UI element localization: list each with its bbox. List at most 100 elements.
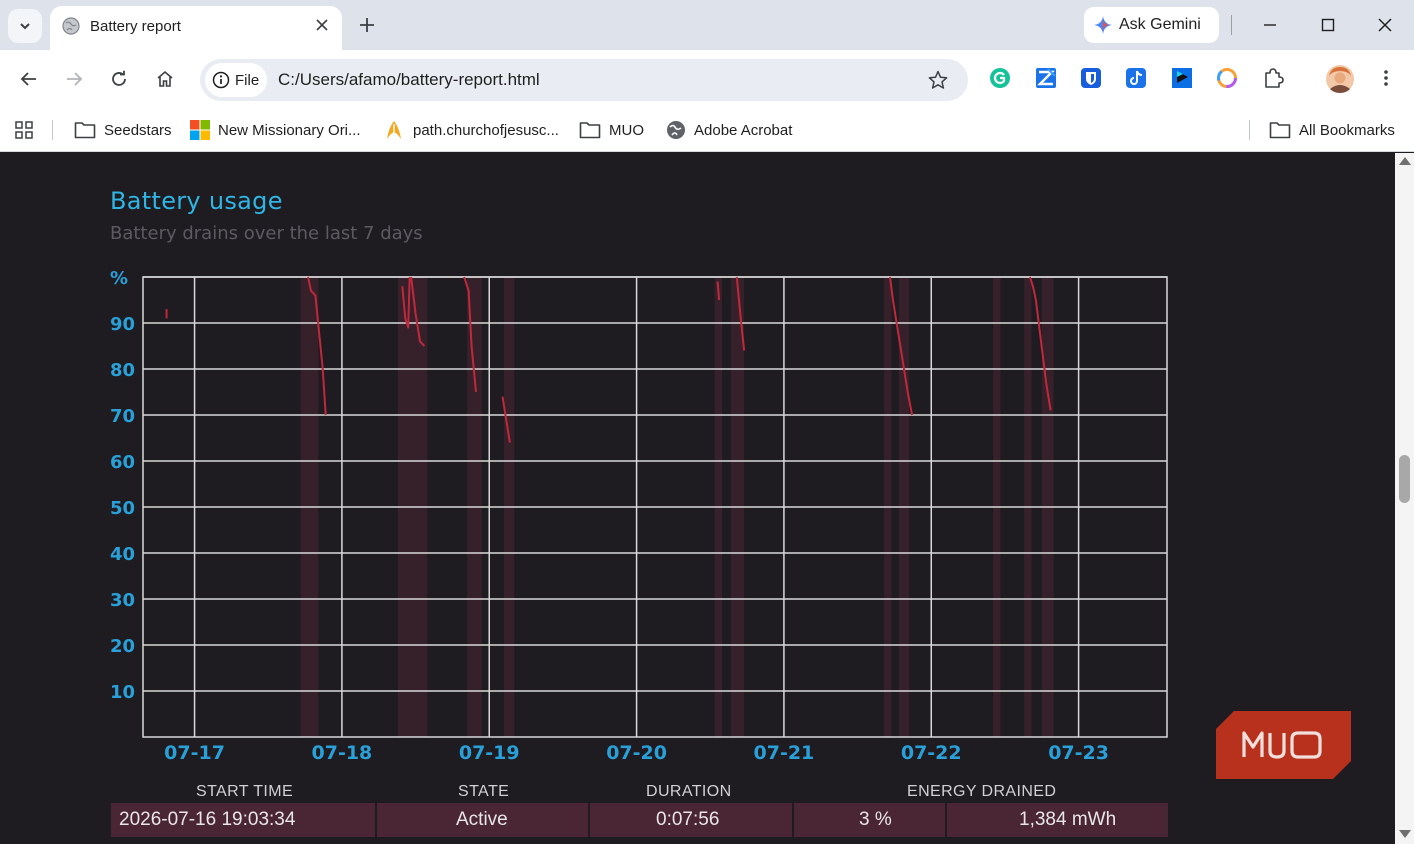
- y-tick-label: 40: [110, 544, 135, 565]
- maximize-icon: [1321, 18, 1335, 32]
- x-tick-label: 07-17: [164, 742, 225, 764]
- windows-logo-icon: [190, 120, 210, 140]
- x-tick-label: 07-22: [901, 742, 962, 764]
- profile-avatar-button[interactable]: [1325, 64, 1355, 94]
- close-window-button[interactable]: [1370, 10, 1400, 40]
- y-axis-label: %: [110, 268, 128, 289]
- battery-report-page: % 90 80 70 60 50 40 30 20 10 07-17 07-18 07-19 07-20 0…: [0, 153, 1395, 844]
- scroll-up-arrow-icon[interactable]: [1399, 157, 1411, 165]
- y-tick-label: 10: [110, 682, 135, 703]
- browser-toolbar: File C:/Users/afamo/battery-report.html: [0, 50, 1414, 108]
- y-tick-label: 50: [110, 498, 135, 519]
- all-bookmarks-button[interactable]: All Bookmarks: [1269, 117, 1395, 143]
- column-header-energy-drained: ENERGY DRAINED: [907, 783, 1057, 800]
- arrow-right-icon: [67, 72, 83, 86]
- grammarly-extension-button[interactable]: [988, 66, 1012, 90]
- copilot-icon: [1217, 68, 1237, 88]
- page-subtitle: Battery drains over the last 7 days: [110, 223, 423, 244]
- x-tick-label: 07-20: [606, 742, 667, 764]
- plus-icon: [360, 18, 374, 32]
- tab-search-button[interactable]: [8, 9, 42, 43]
- table-cell-divider: [588, 803, 590, 837]
- folder-icon: [579, 122, 601, 139]
- bitwarden-icon: [1081, 68, 1101, 88]
- page-scrollbar[interactable]: [1395, 153, 1414, 844]
- bookmark-seedstars[interactable]: Seedstars: [74, 117, 172, 143]
- bookmark-label: Seedstars: [104, 121, 172, 139]
- table-cell-divider: [945, 803, 947, 837]
- extensions-menu-button[interactable]: [1261, 66, 1285, 90]
- address-bar[interactable]: File C:/Users/afamo/battery-report.html: [200, 59, 968, 101]
- tab-title: Battery report: [90, 18, 181, 35]
- scroll-down-arrow-icon[interactable]: [1399, 830, 1411, 838]
- bookmarks-divider: [52, 120, 53, 140]
- zotero-extension-button[interactable]: [1034, 66, 1058, 90]
- bookmark-star-button[interactable]: [925, 67, 951, 93]
- bitwarden-extension-button[interactable]: [1079, 66, 1103, 90]
- minimize-button[interactable]: [1255, 10, 1285, 40]
- close-icon: [316, 19, 328, 31]
- bookmark-label: path.churchofjesusc...: [413, 121, 559, 139]
- tiktok-icon: [1126, 68, 1146, 88]
- x-tick-label: 07-18: [312, 742, 373, 764]
- all-bookmarks-label: All Bookmarks: [1299, 121, 1395, 139]
- new-tab-button[interactable]: [352, 10, 382, 40]
- x-tick-label: 07-21: [754, 742, 815, 764]
- window-controls-divider: [1231, 15, 1232, 35]
- column-header-state: STATE: [458, 783, 510, 800]
- flag-extension-button[interactable]: [1170, 66, 1194, 90]
- tiktok-extension-button[interactable]: [1124, 66, 1148, 90]
- zotero-icon: [1036, 68, 1056, 88]
- bookmark-label: MUO: [609, 121, 644, 139]
- arrow-left-icon: [20, 72, 36, 86]
- maximize-button[interactable]: [1313, 10, 1343, 40]
- y-tick-label: 20: [110, 636, 135, 657]
- cell-start-time: 2026-07-16 19:03:34: [119, 809, 296, 830]
- forward-button[interactable]: [59, 64, 89, 94]
- chevron-down-icon: [20, 23, 30, 30]
- close-icon: [1378, 18, 1392, 32]
- bookmark-label: New Missionary Ori...: [218, 121, 361, 139]
- cell-energy-percent: 3 %: [859, 809, 892, 830]
- bookmark-label: Adobe Acrobat: [694, 121, 793, 139]
- site-info-chip[interactable]: File: [205, 63, 267, 97]
- close-tab-button[interactable]: [312, 15, 332, 35]
- folder-icon: [74, 122, 96, 139]
- bookmarks-divider: [1249, 120, 1250, 140]
- browser-menu-button[interactable]: [1374, 66, 1398, 90]
- back-button[interactable]: [14, 64, 44, 94]
- cell-duration: 0:07:56: [656, 809, 720, 830]
- muo-watermark-logo: [1216, 711, 1351, 779]
- bookmarks-bar: Seedstars New Missionary Ori... path.chu…: [0, 108, 1414, 152]
- y-tick-label: 60: [110, 452, 135, 473]
- table-cell-divider: [375, 803, 377, 837]
- folder-icon: [1269, 122, 1291, 139]
- page-title: Battery usage: [110, 187, 283, 215]
- home-icon: [157, 70, 173, 87]
- churchofjesus-icon: [387, 121, 401, 139]
- cell-state: Active: [456, 809, 508, 830]
- y-tick-label: 30: [110, 590, 135, 611]
- reload-icon: [112, 70, 126, 86]
- scrollbar-thumb[interactable]: [1399, 455, 1410, 503]
- ask-gemini-button[interactable]: Ask Gemini: [1084, 7, 1219, 43]
- star-icon: [928, 70, 948, 89]
- minimize-icon: [1264, 24, 1276, 26]
- bookmark-new-missionary[interactable]: New Missionary Ori...: [190, 117, 361, 143]
- site-info-label: File: [235, 71, 260, 89]
- column-header-start-time: START TIME: [196, 783, 294, 800]
- y-tick-label: 70: [110, 406, 135, 427]
- y-tick-label: 90: [110, 314, 135, 335]
- copilot-extension-button[interactable]: [1215, 66, 1239, 90]
- bookmark-path-churchofjesus[interactable]: path.churchofjesusc...: [383, 117, 559, 143]
- table-row: 2026-07-16 19:03:34 Active 0:07:56 3 % 1…: [111, 803, 1168, 837]
- apps-button[interactable]: [14, 117, 34, 143]
- x-tick-label: 07-23: [1048, 742, 1109, 764]
- url-text[interactable]: C:/Users/afamo/battery-report.html: [278, 70, 540, 90]
- bookmark-muo[interactable]: MUO: [579, 117, 644, 143]
- tab-battery-report[interactable]: Battery report: [50, 6, 342, 50]
- reload-button[interactable]: [104, 64, 134, 94]
- home-button[interactable]: [150, 64, 180, 94]
- more-vertical-icon: [1384, 70, 1388, 86]
- bookmark-adobe-acrobat[interactable]: Adobe Acrobat: [666, 117, 792, 143]
